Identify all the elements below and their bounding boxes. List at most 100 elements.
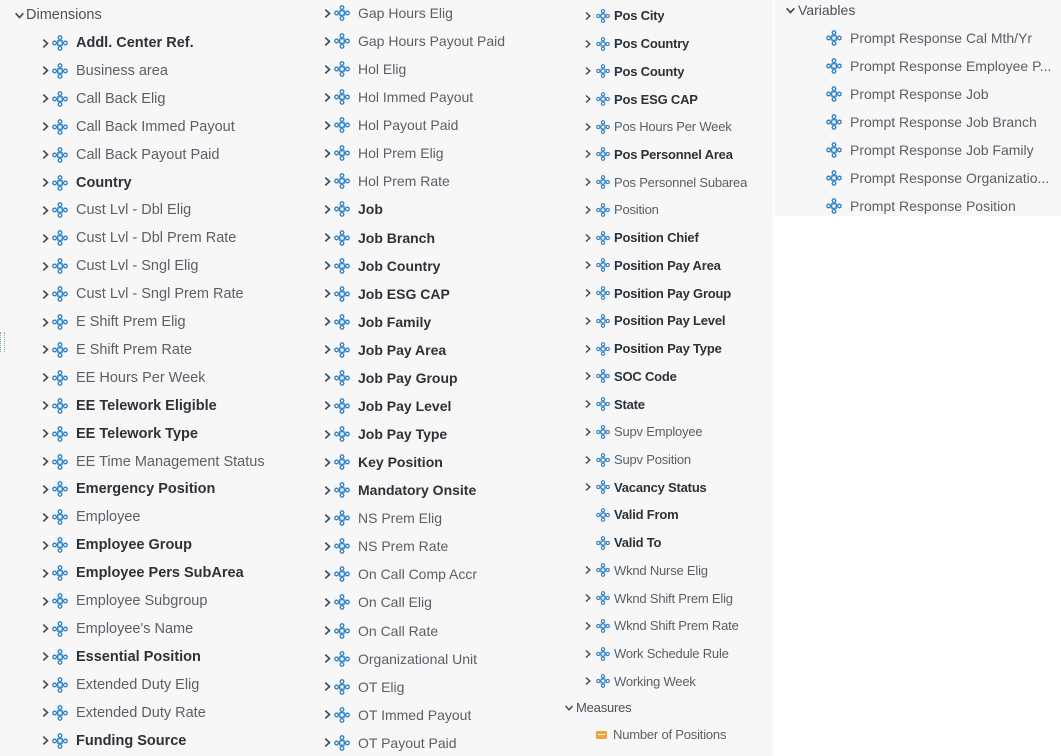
tree-item-dimension[interactable]: OT Elig bbox=[300, 673, 558, 701]
tree-item-dimension[interactable]: Position bbox=[558, 196, 773, 224]
section-variables[interactable]: Variables bbox=[774, 0, 1061, 24]
chevron-right-icon[interactable] bbox=[580, 288, 596, 298]
chevron-down-icon[interactable] bbox=[562, 703, 576, 713]
tree-item-dimension[interactable]: On Call Elig bbox=[300, 588, 558, 616]
tree-item-dimension[interactable]: Supv Employee bbox=[558, 418, 773, 446]
tree-item-dimension[interactable]: Position Chief bbox=[558, 224, 773, 252]
tree-item-dimension[interactable]: Job Pay Group bbox=[300, 364, 558, 392]
chevron-right-icon[interactable] bbox=[320, 64, 334, 75]
tree-item-dimension[interactable]: NS Prem Rate bbox=[300, 532, 558, 560]
chevron-right-icon[interactable] bbox=[320, 316, 334, 327]
tree-item-dimension[interactable]: Employee Group bbox=[0, 531, 300, 559]
tree-item-dimension[interactable]: Cust Lvl - Sngl Elig bbox=[0, 252, 300, 280]
tree-item-dimension[interactable]: Pos Country bbox=[558, 30, 773, 58]
tree-item-dimension[interactable]: Wknd Shift Prem Rate bbox=[558, 612, 773, 640]
chevron-right-icon[interactable] bbox=[38, 177, 52, 188]
tree-item-dimension[interactable]: Pos Hours Per Week bbox=[558, 113, 773, 141]
chevron-right-icon[interactable] bbox=[320, 344, 334, 355]
chevron-right-icon[interactable] bbox=[38, 205, 52, 216]
chevron-right-icon[interactable] bbox=[38, 93, 52, 104]
tree-item-dimension[interactable]: Cust Lvl - Sngl Prem Rate bbox=[0, 280, 300, 308]
chevron-right-icon[interactable] bbox=[580, 233, 596, 243]
tree-item-dimension[interactable]: Extended Duty Elig bbox=[0, 671, 300, 699]
tree-item-dimension[interactable]: Working Week bbox=[558, 668, 773, 696]
chevron-right-icon[interactable] bbox=[320, 8, 334, 19]
tree-item-dimension[interactable]: E Shift Prem Rate bbox=[0, 336, 300, 364]
tree-item-variable[interactable]: Prompt Response Job Family bbox=[774, 136, 1061, 164]
chevron-right-icon[interactable] bbox=[580, 149, 596, 159]
tree-item-dimension[interactable]: Position Pay Type bbox=[558, 335, 773, 363]
chevron-right-icon[interactable] bbox=[320, 625, 334, 636]
chevron-right-icon[interactable] bbox=[580, 122, 596, 132]
chevron-right-icon[interactable] bbox=[38, 735, 52, 746]
tree-item-dimension[interactable]: State bbox=[558, 390, 773, 418]
chevron-right-icon[interactable] bbox=[580, 205, 596, 215]
tree-item-dimension[interactable]: Job Branch bbox=[300, 224, 558, 252]
chevron-right-icon[interactable] bbox=[38, 512, 52, 523]
tree-item-dimension[interactable]: Job bbox=[300, 195, 558, 223]
section-dimensions[interactable]: Dimensions bbox=[0, 1, 300, 29]
tree-item-dimension[interactable]: Business area bbox=[0, 57, 300, 85]
chevron-right-icon[interactable] bbox=[580, 177, 596, 187]
chevron-right-icon[interactable] bbox=[580, 39, 596, 49]
chevron-right-icon[interactable] bbox=[38, 679, 52, 690]
chevron-right-icon[interactable] bbox=[580, 399, 596, 409]
tree-item-dimension[interactable]: Job Pay Area bbox=[300, 336, 558, 364]
chevron-right-icon[interactable] bbox=[38, 38, 52, 49]
chevron-right-icon[interactable] bbox=[320, 513, 334, 524]
tree-item-dimension[interactable]: Job Family bbox=[300, 308, 558, 336]
tree-item-dimension[interactable]: Emergency Position bbox=[0, 475, 300, 503]
chevron-right-icon[interactable] bbox=[38, 149, 52, 160]
chevron-right-icon[interactable] bbox=[580, 649, 596, 659]
chevron-right-icon[interactable] bbox=[580, 593, 596, 603]
tree-item-dimension[interactable]: Valid To bbox=[558, 529, 773, 557]
tree-item-dimension[interactable]: Organizational Unit bbox=[300, 645, 558, 673]
chevron-down-icon[interactable] bbox=[782, 5, 798, 16]
tree-item-dimension[interactable]: Wknd Nurse Elig bbox=[558, 557, 773, 585]
tree-item-dimension[interactable]: Vacancy Status bbox=[558, 473, 773, 501]
chevron-right-icon[interactable] bbox=[580, 94, 596, 104]
tree-item-dimension[interactable]: Hol Prem Elig bbox=[300, 139, 558, 167]
tree-item-dimension[interactable]: NS Prem Elig bbox=[300, 504, 558, 532]
chevron-right-icon[interactable] bbox=[320, 148, 334, 159]
tree-item-dimension[interactable]: EE Hours Per Week bbox=[0, 364, 300, 392]
tree-item-dimension[interactable]: Position Pay Group bbox=[558, 279, 773, 307]
chevron-right-icon[interactable] bbox=[38, 623, 52, 634]
chevron-right-icon[interactable] bbox=[580, 316, 596, 326]
chevron-right-icon[interactable] bbox=[38, 400, 52, 411]
tree-item-dimension[interactable]: Addl. Center Ref. bbox=[0, 29, 300, 57]
tree-item-dimension[interactable]: Pos Personnel Area bbox=[558, 141, 773, 169]
tree-item-dimension[interactable]: Call Back Elig bbox=[0, 85, 300, 113]
tree-item-dimension[interactable]: Work Schedule Rule bbox=[558, 640, 773, 668]
tree-item-dimension[interactable]: Cust Lvl - Dbl Prem Rate bbox=[0, 224, 300, 252]
chevron-right-icon[interactable] bbox=[580, 344, 596, 354]
tree-item-dimension[interactable]: Employee's Name bbox=[0, 615, 300, 643]
chevron-right-icon[interactable] bbox=[580, 676, 596, 686]
tree-item-dimension[interactable]: Wknd Shift Prem Elig bbox=[558, 584, 773, 612]
tree-item-dimension[interactable]: Supv Position bbox=[558, 446, 773, 474]
chevron-right-icon[interactable] bbox=[320, 36, 334, 47]
chevron-right-icon[interactable] bbox=[38, 456, 52, 467]
chevron-right-icon[interactable] bbox=[580, 11, 596, 21]
tree-item-dimension[interactable]: Job Country bbox=[300, 252, 558, 280]
chevron-right-icon[interactable] bbox=[38, 65, 52, 76]
tree-item-dimension[interactable]: Valid From bbox=[558, 501, 773, 529]
chevron-right-icon[interactable] bbox=[320, 288, 334, 299]
tree-item-dimension[interactable]: E Shift Prem Elig bbox=[0, 308, 300, 336]
tree-item-dimension[interactable]: Hol Immed Payout bbox=[300, 83, 558, 111]
tree-item-dimension[interactable]: Job Pay Level bbox=[300, 392, 558, 420]
tree-item-variable[interactable]: Prompt Response Job Branch bbox=[774, 108, 1061, 136]
tree-item-dimension[interactable]: Pos County bbox=[558, 57, 773, 85]
tree-item-dimension[interactable]: On Call Rate bbox=[300, 617, 558, 645]
chevron-right-icon[interactable] bbox=[580, 427, 596, 437]
tree-item-dimension[interactable]: Country bbox=[0, 169, 300, 197]
tree-item-dimension[interactable]: Hol Prem Rate bbox=[300, 167, 558, 195]
chevron-right-icon[interactable] bbox=[320, 176, 334, 187]
tree-item-dimension[interactable]: Call Back Immed Payout bbox=[0, 113, 300, 141]
chevron-right-icon[interactable] bbox=[320, 120, 334, 131]
tree-item-dimension[interactable]: Employee Subgroup bbox=[0, 587, 300, 615]
chevron-right-icon[interactable] bbox=[320, 372, 334, 383]
tree-item-dimension[interactable]: Pos Personnel Subarea bbox=[558, 168, 773, 196]
chevron-right-icon[interactable] bbox=[38, 121, 52, 132]
chevron-right-icon[interactable] bbox=[580, 482, 596, 492]
